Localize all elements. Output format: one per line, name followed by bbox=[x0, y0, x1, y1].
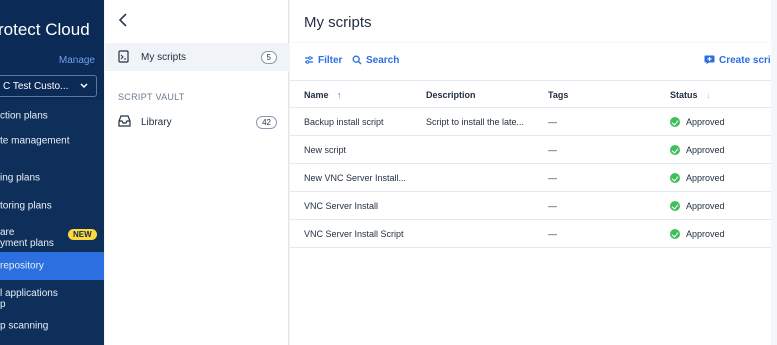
chevron-left-icon[interactable] bbox=[118, 13, 128, 27]
my-scripts-label: My scripts bbox=[141, 52, 186, 63]
nav-item-scanning[interactable]: p scanning bbox=[0, 312, 104, 340]
create-script-icon bbox=[704, 55, 715, 65]
script-description: Script to install the late... bbox=[426, 117, 525, 127]
script-name: VNC Server Install bbox=[304, 201, 379, 211]
script-file-icon bbox=[118, 50, 129, 63]
table-row[interactable]: New VNC Server Install... — Approved bbox=[290, 164, 771, 192]
approved-check-icon bbox=[670, 145, 680, 155]
table-row[interactable]: Backup install script Script to install … bbox=[290, 108, 771, 136]
main-navigation: rotect Cloud Manage C Test Custo... ctio… bbox=[0, 0, 104, 345]
script-status: Approved bbox=[686, 201, 725, 211]
approved-check-icon bbox=[670, 229, 680, 239]
my-scripts-count: 5 bbox=[260, 51, 277, 64]
chevron-down-icon bbox=[80, 83, 88, 89]
script-name: Backup install script bbox=[304, 117, 384, 127]
script-categories-panel: My scripts 5 SCRIPT VAULT Library 42 bbox=[105, 0, 289, 345]
nav-item-applications[interactable]: l applications p bbox=[0, 283, 104, 315]
page-title: My scripts bbox=[304, 14, 372, 31]
nav-item-script-repository[interactable]: repository bbox=[0, 252, 104, 280]
script-status: Approved bbox=[686, 145, 725, 155]
filter-icon bbox=[305, 56, 313, 64]
script-tags: — bbox=[548, 229, 557, 239]
sort-arrow-icon: ↓ bbox=[706, 90, 711, 100]
nav-item-protection-plans[interactable]: ction plans bbox=[0, 102, 104, 130]
nav-item-software-deployment-plans[interactable]: are yment plans NEW bbox=[0, 222, 104, 254]
script-status: Approved bbox=[686, 229, 725, 239]
name-column-header[interactable]: Name ↑ bbox=[304, 90, 342, 100]
window-edge bbox=[771, 0, 777, 345]
approved-check-icon bbox=[670, 173, 680, 183]
table-row[interactable]: VNC Server Install — Approved bbox=[290, 192, 771, 220]
script-tags: — bbox=[548, 201, 557, 211]
status-column-header[interactable]: Status ↓ bbox=[670, 90, 711, 100]
script-name: VNC Server Install Script bbox=[304, 229, 404, 239]
tenant-name: C Test Custo... bbox=[3, 81, 69, 92]
script-tags: — bbox=[548, 145, 557, 155]
approved-check-icon bbox=[670, 201, 680, 211]
script-tags: — bbox=[548, 117, 557, 127]
table-row[interactable]: New script — Approved bbox=[290, 136, 771, 164]
nav-item-scripting-plans[interactable]: ing plans bbox=[0, 164, 104, 192]
manage-link[interactable]: Manage bbox=[59, 55, 95, 66]
approved-check-icon bbox=[670, 117, 680, 127]
nav-item-remote-management[interactable]: te management bbox=[0, 127, 104, 155]
scripts-main: My scripts Filter Search Create script N… bbox=[290, 0, 777, 345]
nav-header: rotect Cloud Manage C Test Custo... bbox=[0, 0, 104, 100]
script-tags: — bbox=[548, 173, 557, 183]
table-header: Name ↑ Description Tags Status ↓ bbox=[290, 80, 771, 108]
sort-ascending-icon: ↑ bbox=[337, 90, 342, 100]
script-status: Approved bbox=[686, 173, 725, 183]
tenant-selector[interactable]: C Test Custo... bbox=[0, 75, 97, 97]
brand-title: rotect Cloud bbox=[0, 20, 90, 39]
my-scripts-item[interactable]: My scripts 5 bbox=[105, 43, 289, 71]
header-divider bbox=[290, 42, 771, 43]
script-vault-heading: SCRIPT VAULT bbox=[118, 92, 185, 102]
library-count: 42 bbox=[256, 116, 277, 129]
tags-column-header[interactable]: Tags bbox=[548, 90, 568, 100]
search-icon bbox=[352, 55, 362, 65]
script-name: New script bbox=[304, 145, 347, 155]
script-status: Approved bbox=[686, 117, 725, 127]
script-name: New VNC Server Install... bbox=[304, 173, 407, 183]
description-column-header[interactable]: Description bbox=[426, 90, 476, 100]
library-item[interactable]: Library 42 bbox=[105, 108, 289, 136]
nav-list: ction plans te management ing plans tori… bbox=[0, 100, 104, 345]
toolbar: Filter Search Create script bbox=[290, 48, 777, 74]
table-row[interactable]: VNC Server Install Script — Approved bbox=[290, 220, 771, 248]
new-badge: NEW bbox=[68, 229, 97, 240]
nav-item-monitoring-plans[interactable]: toring plans bbox=[0, 192, 104, 220]
library-label: Library bbox=[141, 117, 172, 128]
inbox-icon bbox=[118, 115, 131, 127]
